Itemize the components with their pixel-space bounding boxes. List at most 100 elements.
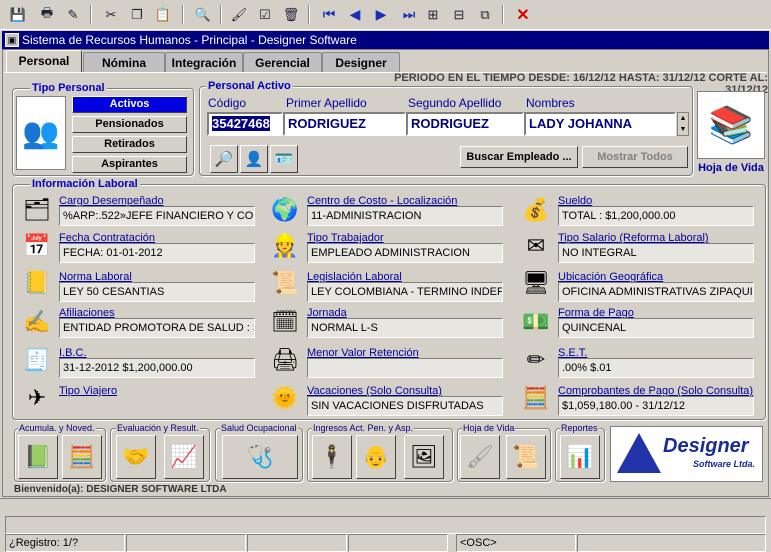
- ledger-icon[interactable]: 📒: [20, 266, 54, 300]
- next-record-icon[interactable]: ▶: [370, 4, 392, 25]
- module-evaluacion-label: Evaluación y Result.: [116, 423, 200, 433]
- reports-icon[interactable]: 📊: [560, 435, 600, 479]
- copy-icon[interactable]: ❐: [126, 4, 148, 25]
- cut-icon[interactable]: ✂: [100, 4, 122, 25]
- viajero-label[interactable]: Tipo Viajero: [59, 385, 117, 397]
- brush-icon[interactable]: 🖌: [460, 435, 500, 479]
- legal-document-icon[interactable]: 📜: [268, 266, 302, 300]
- checklist-icon[interactable]: ☑: [254, 4, 276, 25]
- welcome-text: Bienvenido(a): DESIGNER SOFTWARE LTDA: [14, 484, 227, 495]
- person-pension-icon[interactable]: 👴: [356, 435, 396, 479]
- search-person-icon[interactable]: 🔎: [210, 145, 238, 173]
- calculator-icon[interactable]: 🧮: [62, 435, 102, 479]
- exit-icon[interactable]: ✕: [512, 4, 534, 25]
- status-slot-2: [126, 534, 246, 552]
- segundo-apellido-header: Segundo Apellido: [408, 96, 502, 110]
- activos-button[interactable]: Activos: [72, 96, 187, 113]
- tab-personal[interactable]: Personal: [6, 50, 82, 73]
- money-bag-icon[interactable]: 💰: [519, 193, 553, 227]
- printer-icon[interactable]: 🖨: [268, 343, 302, 377]
- comprobantes-value: $1,059,180.00 - 31/12/12: [558, 396, 754, 416]
- separator: [182, 5, 184, 24]
- codigo-field[interactable]: 35427468: [207, 112, 283, 136]
- osc-indicator: <OSC>: [456, 534, 576, 552]
- nombres-field[interactable]: LADY JOHANNA: [524, 112, 676, 136]
- cash-icon[interactable]: 💵: [519, 305, 553, 339]
- tab-designer[interactable]: Designer: [322, 52, 400, 73]
- envelope-icon[interactable]: ✉: [519, 229, 553, 263]
- personal-activo-label: Personal Activo: [206, 80, 293, 92]
- nombres-header: Nombres: [526, 96, 575, 110]
- person-profile-icon[interactable]: 👤: [240, 145, 268, 173]
- module-acumula-label: Acumula. y Noved.: [18, 423, 96, 433]
- person-active-icon[interactable]: 🕴: [312, 435, 352, 479]
- calendar-clock-icon[interactable]: 🗓: [268, 305, 302, 339]
- clear-icon[interactable]: 🖌: [228, 4, 250, 25]
- module-salud-label: Salud Ocupacional: [220, 423, 298, 433]
- books-icon[interactable]: 📚: [697, 91, 765, 159]
- sun-icon[interactable]: 🌞: [268, 381, 302, 415]
- hoja-vida-label: Hoja de Vida: [698, 162, 764, 174]
- org-chart-icon[interactable]: 🗂: [20, 193, 54, 227]
- airplane-icon[interactable]: ✈: [20, 381, 54, 415]
- tipo-trabajador-value: EMPLEADO ADMINISTRACION: [307, 243, 503, 263]
- tab-nomina[interactable]: Nómina: [83, 52, 165, 73]
- delete-record-icon[interactable]: 🗑: [280, 4, 302, 25]
- toolbar: 💾 🖶 ✎ ✂ ❐ 📋 🔍 🖌 ☑ 🗑 ⏮ ◀ ▶ ⏭ ⊞ ⊟ ⧉ ✕: [0, 0, 771, 30]
- id-card-icon[interactable]: 🪪: [270, 145, 298, 173]
- pensionados-button[interactable]: Pensionados: [72, 116, 187, 133]
- primer-apellido-field[interactable]: RODRIGUEZ: [283, 112, 406, 136]
- cashier-icon[interactable]: 🧾: [20, 343, 54, 377]
- zoom-icon[interactable]: 🔍: [192, 4, 214, 25]
- worker-icon[interactable]: 👷: [268, 229, 302, 263]
- segundo-apellido-field[interactable]: RODRIGUEZ: [406, 112, 524, 136]
- binders-icon[interactable]: 📗: [18, 435, 58, 479]
- edit-icon[interactable]: ✎: [62, 4, 84, 25]
- first-record-icon[interactable]: ⏮: [318, 4, 340, 25]
- computer-icon[interactable]: 🖥: [519, 266, 553, 300]
- save-icon[interactable]: 💾: [7, 4, 29, 25]
- scroll-icon[interactable]: 📜: [506, 435, 546, 479]
- tab-integracion[interactable]: Integración: [165, 52, 243, 73]
- cargo-value: %ARP:.522»JEFE FINANCIERO Y CONTA: [59, 206, 255, 226]
- forma-pago-value: QUINCENAL: [558, 318, 754, 338]
- remove-record-icon[interactable]: ⊟: [448, 4, 470, 25]
- tipo-salario-value: NO INTEGRAL: [558, 243, 754, 263]
- codigo-value: 35427468: [212, 116, 270, 131]
- record-spinner[interactable]: ▲ ▼: [677, 112, 689, 136]
- print-icon[interactable]: 🖶: [36, 4, 58, 25]
- staff-photo: 👥: [16, 96, 66, 170]
- retencion-value: [307, 358, 503, 378]
- writing-icon[interactable]: ✍: [20, 305, 54, 339]
- chart-person-icon[interactable]: 📈: [164, 435, 204, 479]
- company-logo: Designer Software Ltda.: [610, 426, 763, 482]
- handshake-icon[interactable]: 🤝: [116, 435, 156, 479]
- applicants-icon[interactable]: 🖼: [404, 435, 444, 479]
- window-title: Sistema de Recursos Humanos - Principal …: [22, 33, 357, 47]
- mostrar-todos-button[interactable]: Mostrar Todos: [582, 146, 688, 168]
- aspirantes-button[interactable]: Aspirantes: [72, 156, 187, 173]
- buscar-empleado-button[interactable]: Buscar Empleado ...: [460, 146, 578, 168]
- pencil-check-icon[interactable]: ✏: [519, 343, 553, 377]
- tab-gerencial[interactable]: Gerencial: [243, 52, 322, 73]
- sueldo-value: TOTAL : $1,200,000.00: [558, 206, 754, 226]
- paste-icon[interactable]: 📋: [152, 4, 174, 25]
- ibc-value: 31-12-2012 $1,200,000.00: [59, 358, 255, 378]
- module-hoja-vida-label: Hoja de Vida: [462, 423, 516, 433]
- norma-value: LEY 50 CESANTIAS: [59, 282, 255, 302]
- duplicate-record-icon[interactable]: ⧉: [474, 4, 496, 25]
- last-record-icon[interactable]: ⏭: [398, 4, 420, 25]
- calendar-icon[interactable]: 📅: [20, 229, 54, 263]
- logo-triangle-icon: [617, 433, 661, 473]
- module-reportes-label: Reportes: [560, 423, 599, 433]
- cash-register-icon[interactable]: 🧮: [519, 381, 553, 415]
- afiliaciones-value: ENTIDAD PROMOTORA DE SALUD : SAl: [59, 318, 255, 338]
- globe-people-icon[interactable]: 🌍: [268, 193, 302, 227]
- retirados-button[interactable]: Retirados: [72, 136, 187, 153]
- logo-brand: Designer: [663, 435, 749, 457]
- doctor-icon[interactable]: 🩺: [222, 435, 298, 479]
- insert-record-icon[interactable]: ⊞: [422, 4, 444, 25]
- prev-record-icon[interactable]: ◀: [344, 4, 366, 25]
- centro-costo-value: 11-ADMINISTRACION: [307, 206, 503, 226]
- codigo-header: Código: [208, 96, 247, 110]
